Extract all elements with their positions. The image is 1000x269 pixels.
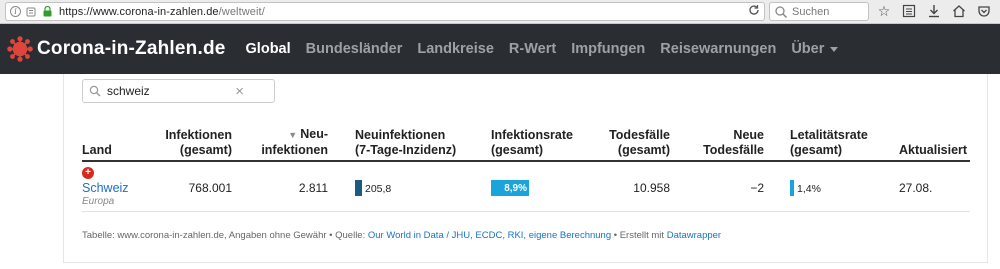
search-placeholder: Suchen (792, 5, 830, 18)
search-icon (775, 5, 788, 18)
download-icon[interactable] (926, 3, 942, 19)
header-inzidenz[interactable]: Neuinfektionen (7-Tage-Inzidenz) (355, 128, 456, 158)
table-footnote: Tabelle: www.corona-in-zahlen.de, Angabe… (82, 230, 721, 241)
header-land-label: Land (82, 143, 112, 157)
header-letal-line1: Letalitätsrate (790, 128, 868, 142)
nav-item-global[interactable]: Global (246, 41, 291, 57)
datawrapper-link[interactable]: Datawrapper (667, 230, 721, 241)
footnote-middle: • Erstellt mit (611, 230, 667, 241)
table-header: Land Infektionen (gesamt) ▼ Neu-infektione… (82, 122, 970, 162)
header-rate-line1: Infektionsrate (491, 128, 573, 142)
header-land[interactable]: Land (82, 143, 112, 158)
header-neutod-line2: Todesfälle (703, 143, 764, 157)
header-neuinfektionen[interactable]: ▼ Neu-infektionen (261, 127, 328, 158)
country-search-input[interactable]: schweiz × (82, 79, 275, 103)
url-host: https://www.corona-in-zahlen.de (59, 5, 219, 18)
source-link[interactable]: Our World in Data / JHU, ECDC, RKI, eige… (368, 230, 611, 241)
header-infektionen-line2: (gesamt) (179, 143, 232, 157)
data-table: Land Infektionen (gesamt) ▼ Neu-infektione… (82, 122, 970, 212)
footnote-text: Tabelle: www.corona-in-zahlen.de, Angabe… (82, 230, 368, 241)
header-letalitaetsrate[interactable]: Letalitätsrate (gesamt) (790, 128, 868, 158)
inzidenz-bar (355, 180, 362, 196)
cell-infektionen: 768.001 (188, 181, 232, 195)
header-letal-line2: (gesamt) (790, 143, 843, 157)
header-aktualisiert[interactable]: Aktualisiert (899, 143, 967, 158)
virus-icon (7, 36, 33, 62)
nav-item-landkreise[interactable]: Landkreise (417, 41, 494, 57)
header-neue-todesfaelle[interactable]: Neue Todesfälle (703, 128, 764, 158)
search-value: schweiz (107, 84, 150, 98)
permissions-icon[interactable] (25, 6, 37, 18)
url-text[interactable]: https://www.corona-in-zahlen.de/weltweit… (59, 6, 265, 18)
home-icon[interactable] (951, 3, 967, 19)
chevron-down-icon (830, 46, 839, 52)
cell-infektionsrate: 8,9% (504, 182, 527, 194)
site-logo[interactable]: Corona-in-Zahlen.de (7, 36, 226, 62)
cell-todesfaelle: 10.958 (633, 181, 670, 195)
nav-item-bundeslaender[interactable]: Bundesländer (306, 41, 403, 57)
header-infektionsrate[interactable]: Infektionsrate (gesamt) (491, 128, 573, 158)
header-infektionen[interactable]: Infektionen (gesamt) (165, 128, 232, 158)
header-todesfaelle[interactable]: Todesfälle (gesamt) (609, 128, 670, 158)
swiss-flag-icon: + (82, 167, 94, 179)
cell-letalitaetsrate: 1,4% (797, 183, 821, 195)
address-bar[interactable]: i https://www.corona-in-zahlen.de/weltwe… (5, 2, 765, 21)
header-rate-line2: (gesamt) (491, 143, 544, 157)
cell-neuinfektionen: 2.811 (298, 181, 328, 195)
logo-text: Corona-in-Zahlen.de (37, 38, 226, 59)
cell-aktualisiert: 27.08. (899, 181, 933, 195)
bookmark-star-icon[interactable]: ☆ (876, 3, 892, 19)
header-tod-line2: (gesamt) (617, 143, 670, 157)
infektionsrate-bar: 8,9% (491, 180, 529, 196)
header-inzidenz-line2: (7-Tage-Inzidenz) (355, 143, 457, 157)
continent-label: Europa (82, 196, 115, 207)
info-icon[interactable]: i (10, 6, 21, 17)
browser-search-input[interactable]: Suchen (769, 2, 869, 21)
browser-toolbar: i https://www.corona-in-zahlen.de/weltwe… (0, 0, 1000, 24)
header-inzidenz-line1: Neuinfektionen (355, 128, 446, 142)
cell-inzidenz: 205,8 (365, 183, 392, 195)
header-infektionen-line1: Infektionen (165, 128, 232, 142)
table-row: + Schweiz Europa 768.001 2.811 205,8 8,9… (82, 162, 970, 212)
header-neutod-line1: Neue (733, 128, 764, 142)
header-neu-line1: Neu- (300, 127, 328, 141)
sort-arrow-icon: ▼ (288, 130, 298, 140)
nav-item-reisewarnungen[interactable]: Reisewarnungen (660, 41, 776, 57)
content-card: schweiz × Land Infektionen (gesamt) ▼ Neu-… (63, 74, 988, 263)
nav-item-impfungen[interactable]: Impfungen (571, 41, 645, 57)
lock-icon[interactable] (41, 6, 53, 18)
header-aktualisiert-label: Aktualisiert (899, 143, 968, 157)
reading-list-icon[interactable] (901, 3, 917, 19)
search-icon (89, 85, 101, 97)
nav-item-ueber[interactable]: Über (791, 41, 839, 57)
cell-neue-todesfaelle: −2 (750, 181, 764, 195)
reload-icon[interactable] (748, 4, 760, 19)
header-neu-line2: infektionen (261, 143, 328, 157)
letalitaet-bar (790, 180, 794, 196)
nav-item-ueber-label: Über (791, 41, 825, 57)
pocket-icon[interactable] (976, 3, 992, 19)
site-navbar: Corona-in-Zahlen.de Global Bundesländer … (0, 24, 1000, 74)
nav-item-r-wert[interactable]: R-Wert (509, 41, 556, 57)
header-tod-line1: Todesfälle (609, 128, 670, 142)
url-path: /weltweit/ (218, 5, 265, 18)
clear-icon[interactable]: × (235, 84, 244, 99)
country-link[interactable]: Schweiz (82, 181, 129, 195)
